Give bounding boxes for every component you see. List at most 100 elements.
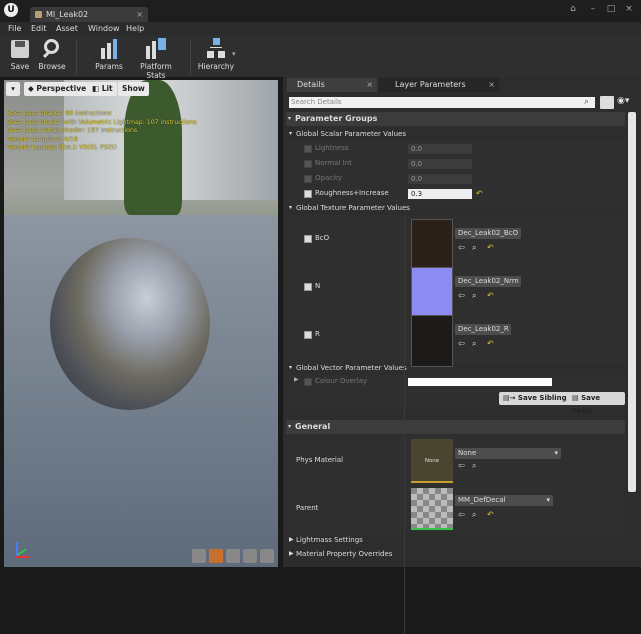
parent-label: Parent — [296, 504, 319, 512]
plane-shape-icon[interactable] — [226, 549, 240, 563]
cylinder-shape-icon[interactable] — [192, 549, 206, 563]
n-texture-thumbnail[interactable] — [411, 267, 453, 319]
asset-tab[interactable]: MI_Leak02 × — [30, 7, 148, 22]
reset-icon[interactable]: ↶ — [487, 511, 495, 519]
params-button[interactable]: Params — [92, 38, 126, 76]
browse-asset-icon[interactable]: ⌕ — [472, 292, 480, 300]
n-asset-combo[interactable]: Dec_Leak02_Nrm — [455, 276, 521, 287]
grid-view-icon[interactable] — [600, 96, 614, 109]
vector-group-title: Global Vector Parameter Values — [296, 364, 407, 372]
sphere-shape-icon[interactable] — [209, 549, 223, 563]
use-selected-icon[interactable]: ⇦ — [458, 511, 466, 519]
material-viewport[interactable]: ▾ ◆ Perspective ◧ Lit Show Base pass sha… — [4, 80, 278, 567]
n-checkbox[interactable] — [304, 283, 312, 291]
scalar-group-header[interactable]: ▾ Global Scalar Parameter Values — [286, 128, 625, 140]
menu-help[interactable]: Help — [126, 22, 144, 36]
save-sibling-icon: ▤→ — [503, 394, 518, 402]
menu-window[interactable]: Window — [88, 22, 120, 36]
lightness-checkbox[interactable] — [304, 145, 312, 153]
menu-asset[interactable]: Asset — [56, 22, 78, 36]
bco-checkbox[interactable] — [304, 235, 312, 243]
eye-icon[interactable]: ◉▾ — [617, 96, 629, 106]
reset-icon[interactable]: ↶ — [487, 292, 495, 300]
close-window-icon[interactable]: × — [622, 4, 636, 15]
parent-thumbnail[interactable] — [411, 488, 453, 530]
normal-int-checkbox[interactable] — [304, 160, 312, 168]
general-header[interactable]: ▾ General — [286, 420, 625, 434]
browse-asset-icon[interactable]: ⌕ — [472, 511, 480, 519]
bco-texture-thumbnail[interactable] — [411, 219, 453, 271]
platform-stats-button[interactable]: Platform Stats — [130, 38, 182, 80]
texture-group-header[interactable]: ▾ Global Texture Parameter Values — [286, 202, 625, 214]
reset-icon[interactable]: ↶ — [487, 244, 495, 252]
minimize-icon[interactable]: – — [586, 4, 600, 15]
vector-group-header[interactable]: ▾ Global Vector Parameter Values — [286, 362, 625, 374]
hierarchy-dropdown-icon[interactable]: ▾ — [232, 50, 236, 58]
r-checkbox[interactable] — [304, 331, 312, 339]
close-details-icon[interactable]: × — [366, 78, 373, 92]
unreal-logo-icon: U — [4, 3, 18, 17]
hierarchy-button[interactable]: Hierarchy — [196, 38, 236, 76]
tab-layer-parameters[interactable]: Layer Parameters × — [379, 78, 499, 92]
reset-icon[interactable]: ↶ — [476, 190, 484, 198]
params-label: Params — [95, 62, 123, 71]
menu-edit[interactable]: Edit — [31, 22, 47, 36]
chevron-right-icon[interactable]: ▶ — [294, 376, 299, 383]
column-splitter[interactable] — [404, 214, 405, 634]
save-sibling-label: Save Sibling — [517, 394, 567, 402]
material-overrides-row[interactable]: ▶ Material Property Overrides — [286, 548, 625, 560]
close-tab-icon[interactable]: × — [136, 7, 143, 22]
use-selected-icon[interactable]: ⇦ — [458, 340, 466, 348]
browse-asset-icon[interactable]: ⌕ — [472, 340, 480, 348]
use-selected-icon[interactable]: ⇦ — [458, 462, 466, 470]
maximize-icon[interactable]: □ — [604, 4, 618, 15]
preview-sphere[interactable] — [50, 238, 210, 410]
show-button[interactable]: Show — [118, 82, 149, 96]
use-selected-icon[interactable]: ⇦ — [458, 292, 466, 300]
browse-button[interactable]: Browse — [36, 38, 68, 76]
phys-material-combo[interactable]: None ▾ — [455, 448, 561, 459]
colour-overlay-checkbox[interactable] — [304, 378, 312, 386]
r-asset-combo[interactable]: Dec_Leak02_R — [455, 324, 511, 335]
tab-details[interactable]: Details × — [287, 78, 377, 92]
parameter-groups-title: Parameter Groups — [295, 114, 378, 123]
save-child-button[interactable]: ▤ Save Child — [568, 392, 625, 415]
normal-int-value[interactable]: 0.0 — [408, 159, 472, 169]
bco-asset-combo[interactable]: Dec_Leak02_BcO — [455, 228, 521, 239]
opacity-value[interactable]: 0.0 — [408, 174, 472, 184]
close-layer-icon[interactable]: × — [488, 78, 495, 92]
colour-overlay-swatch[interactable] — [408, 378, 552, 386]
save-label: Save — [10, 62, 30, 71]
use-selected-icon[interactable]: ⇦ — [458, 244, 466, 252]
lightness-value[interactable]: 0.0 — [408, 144, 472, 154]
phys-material-thumbnail[interactable]: None — [411, 439, 453, 483]
reset-icon[interactable]: ↶ — [487, 340, 495, 348]
browse-asset-icon[interactable]: ⌕ — [472, 244, 480, 252]
lightmass-settings-row[interactable]: ▶ Lightmass Settings — [286, 534, 625, 546]
roughness-value[interactable]: 0.3 — [408, 189, 472, 199]
search-input[interactable]: Search Details — [289, 97, 595, 108]
r-texture-thumbnail[interactable] — [411, 315, 453, 367]
chevron-right-icon: ▶ — [289, 536, 294, 543]
show-label: Show — [122, 84, 145, 93]
lit-button[interactable]: ◧ Lit — [88, 82, 117, 96]
stat-line: Base pass vertex shader: 197 instruction… — [7, 127, 138, 134]
details-scrollbar[interactable] — [628, 112, 636, 492]
mesh-shape-icon[interactable] — [260, 549, 274, 563]
chevron-down-icon: ▾ — [554, 449, 558, 457]
save-sibling-button[interactable]: ▤→ Save Sibling — [499, 392, 571, 405]
save-buttons-row: ▤→ Save Sibling ▤ Save Child — [286, 389, 625, 415]
parameter-groups-header[interactable]: ▾ Parameter Groups — [286, 112, 625, 126]
roughness-checkbox[interactable] — [304, 190, 312, 198]
browse-asset-icon[interactable]: ⌕ — [472, 462, 480, 470]
save-button[interactable]: Save — [6, 38, 34, 76]
cube-shape-icon[interactable] — [243, 549, 257, 563]
menu-file[interactable]: File — [8, 22, 21, 36]
normal-int-label: Normal Int — [315, 159, 352, 167]
opacity-checkbox[interactable] — [304, 175, 312, 183]
parent-combo[interactable]: MM_DefDecal ▾ — [455, 495, 553, 506]
help-icon[interactable]: ⌂ — [566, 4, 580, 15]
viewport-options-icon[interactable]: ▾ — [6, 82, 20, 96]
layer-parameters-tab-label: Layer Parameters — [395, 80, 466, 89]
perspective-button[interactable]: ◆ Perspective — [24, 82, 91, 96]
